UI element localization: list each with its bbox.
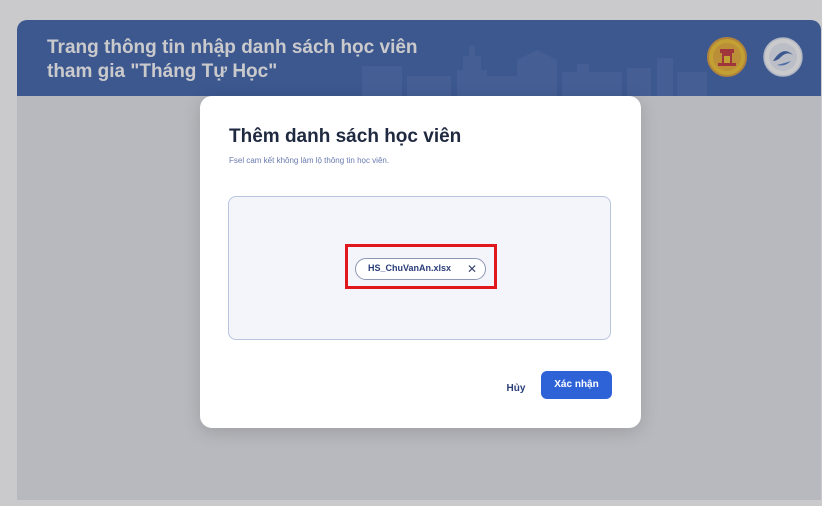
confirm-button[interactable]: Xác nhận: [541, 371, 612, 399]
dialog-title: Thêm danh sách học viên: [229, 126, 462, 147]
close-icon[interactable]: ✕: [467, 261, 477, 277]
uploaded-file-chip: HS_ChuVanAn.xlsx ✕: [355, 258, 486, 280]
add-students-dialog: Thêm danh sách học viên Fsel cam kết khô…: [200, 96, 641, 428]
file-dropzone[interactable]: HS_ChuVanAn.xlsx ✕: [228, 196, 611, 340]
file-name: HS_ChuVanAn.xlsx: [368, 263, 452, 273]
cancel-button[interactable]: Hủy: [496, 381, 536, 397]
dialog-subtitle: Fsel cam kết không làm lộ thông tin học …: [229, 156, 390, 165]
